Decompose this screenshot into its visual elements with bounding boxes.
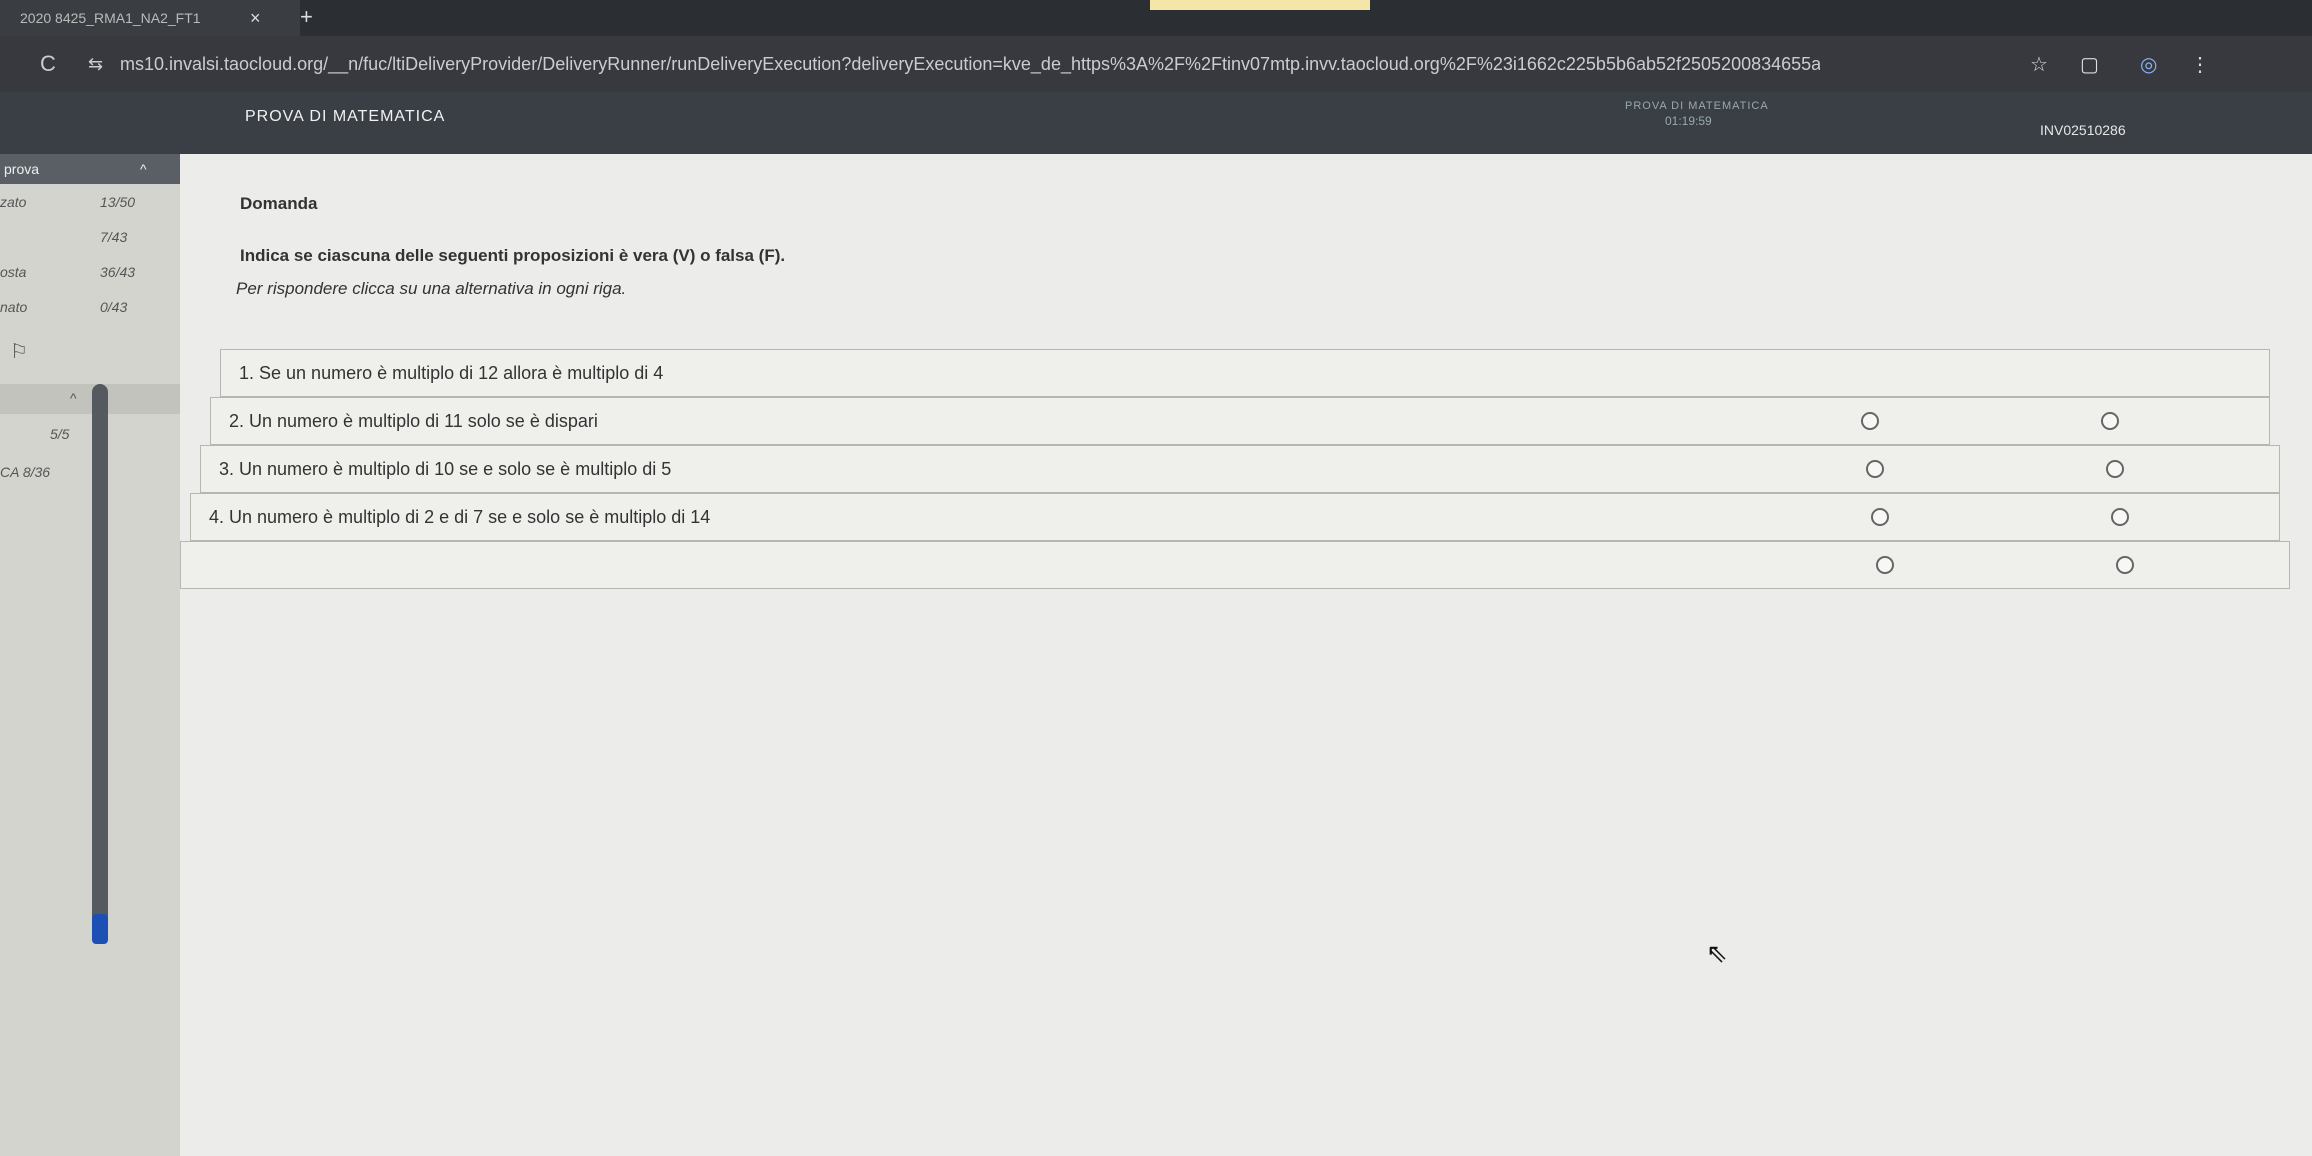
sidebar-item-label: 5/5 [50, 426, 70, 442]
table-row: 3. Un numero è multiplo di 10 se e solo … [200, 445, 2280, 493]
bookmark-star-icon[interactable]: ☆ [2030, 52, 2048, 77]
question-hint: Per rispondere clicca su una alternativa… [236, 279, 627, 298]
question-title: Domanda [240, 194, 318, 213]
sidebar-item[interactable]: CA 8/36 [0, 464, 90, 494]
radio-true[interactable] [1861, 412, 1879, 430]
ambient-light-glare [1150, 0, 1370, 10]
reload-icon[interactable]: C [40, 51, 56, 77]
mouse-cursor-icon: ⇖ [1706, 938, 1728, 968]
statement-text: 1. Se un numero è multiplo di 12 allora … [239, 363, 664, 383]
table-row: 4. Un numero è multiplo di 2 e di 7 se e… [190, 493, 2280, 541]
url-field[interactable]: ms10.invalsi.taocloud.org/__n/fuc/ltiDel… [120, 54, 1820, 75]
statement-text: 2. Un numero è multiplo di 11 solo se è … [229, 411, 598, 431]
question-area: Domanda Indica se ciascuna delle seguent… [180, 154, 2312, 1156]
browser-tab[interactable]: 2020 8425_RMA1_NA2_FT1 × [0, 0, 300, 36]
tab-close-icon[interactable]: × [250, 8, 261, 29]
sidebar-item[interactable]: 5/5 [50, 426, 140, 456]
app-title: PROVA DI MATEMATICA [245, 108, 446, 125]
stat-value: 0/43 [100, 299, 128, 315]
sidebar-section-label: prova [4, 161, 40, 177]
sidebar-scrollbar[interactable] [92, 384, 108, 944]
timer: 01:19:59 [1665, 114, 1712, 128]
sidebar-section-head[interactable]: prova ^ [0, 154, 180, 184]
radio-false[interactable] [2101, 412, 2119, 430]
stat-row: osta 36/43 [0, 264, 170, 294]
new-tab-icon[interactable]: + [300, 4, 313, 30]
radio-false[interactable] [2106, 460, 2124, 478]
radio-true[interactable] [1876, 556, 1894, 574]
radio-false[interactable] [2116, 556, 2134, 574]
test-name-label: PROVA DI MATEMATICA [1625, 100, 1769, 112]
user-id: INV02510286 [2040, 122, 2126, 138]
table-row: 1. Se un numero è multiplo di 12 allora … [220, 349, 2270, 397]
statement-text: 3. Un numero è multiplo di 10 se e solo … [219, 459, 672, 479]
question-prompt: Indica se ciascuna delle seguenti propos… [240, 246, 786, 265]
stat-label: osta [0, 264, 27, 280]
chevron-up-icon[interactable]: ^ [70, 390, 77, 406]
browser-menu-icon[interactable]: ⋮ [2190, 52, 2210, 77]
radio-false[interactable] [2111, 508, 2129, 526]
stat-row: 7/43 [0, 229, 170, 259]
site-info-icon[interactable]: ⇆ [88, 54, 103, 75]
stat-row: nato 0/43 [0, 299, 170, 329]
sidebar-subsection-head[interactable]: ^ [0, 384, 180, 414]
app-header: PROVA DI MATEMATICA PROVA DI MATEMATICA … [0, 92, 2312, 154]
table-row [180, 541, 2290, 589]
flag-icon[interactable]: ⚐ [10, 339, 28, 364]
stat-label: zato [0, 194, 27, 210]
stat-value: 36/43 [100, 264, 136, 280]
radio-true[interactable] [1871, 508, 1889, 526]
stat-value: 13/50 [100, 194, 136, 210]
stat-value: 7/43 [100, 229, 128, 245]
sidebar: prova ^ zato 13/50 7/43 osta 36/43 nato … [0, 154, 180, 1156]
statement-text: 4. Un numero è multiplo di 2 e di 7 se e… [209, 507, 711, 527]
extensions-icon[interactable]: ▢ [2080, 52, 2099, 77]
radio-true[interactable] [1866, 460, 1884, 478]
tab-title: 2020 8425_RMA1_NA2_FT1 [20, 10, 201, 26]
profile-icon[interactable]: ◎ [2140, 52, 2157, 77]
scrollbar-thumb[interactable] [92, 914, 108, 944]
stat-row: zato 13/50 [0, 194, 170, 224]
chevron-up-icon[interactable]: ^ [140, 154, 147, 184]
browser-tabbar: 2020 8425_RMA1_NA2_FT1 × + [0, 0, 2312, 36]
browser-addressbar: C ⇆ ms10.invalsi.taocloud.org/__n/fuc/lt… [0, 36, 2312, 92]
sidebar-item-label: CA 8/36 [0, 464, 51, 480]
stat-label: nato [0, 299, 28, 315]
table-row: 2. Un numero è multiplo di 11 solo se è … [210, 397, 2270, 445]
